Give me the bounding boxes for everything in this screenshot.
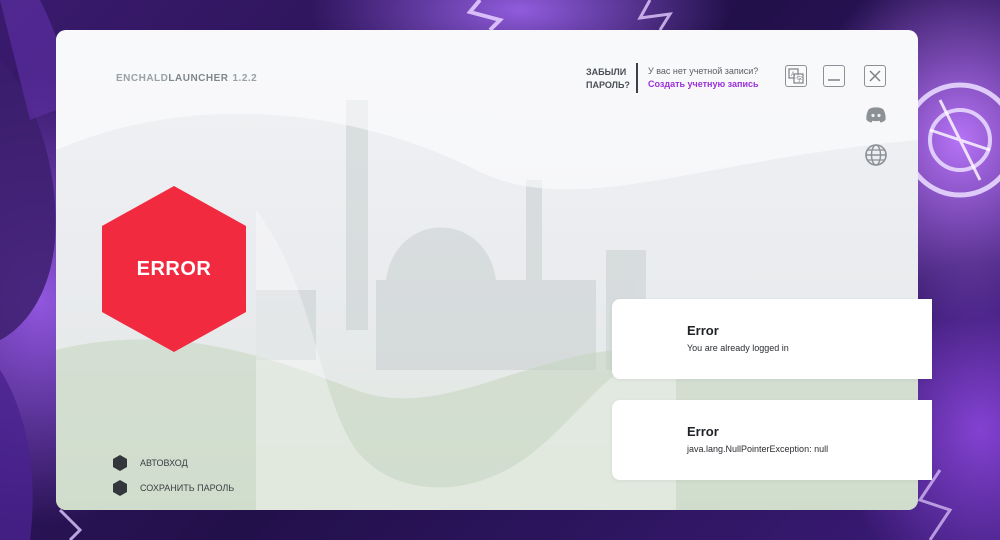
notification-title: Error (687, 424, 719, 439)
app-name-part1: ENCHALD (116, 73, 169, 84)
globe-icon[interactable] (864, 143, 888, 167)
notification-toast[interactable]: Error java.lang.NullPointerException: nu… (612, 400, 932, 480)
close-icon (869, 70, 881, 82)
minimize-button[interactable] (823, 65, 845, 87)
forgot-password-link[interactable]: ЗАБЫЛИ ПАРОЛЬ? (586, 66, 630, 92)
launcher-title: ENCHALDLAUNCHER 1.2.2 (116, 73, 257, 84)
autologin-checkbox[interactable]: АВТОВХОД (112, 454, 188, 472)
save-password-checkbox[interactable]: СОХРАНИТЬ ПАРОЛЬ (112, 479, 234, 497)
discord-icon[interactable] (864, 103, 888, 127)
status-hexagon: ERROR (99, 184, 249, 354)
no-account-text: У вас нет учетной записи? (648, 66, 759, 76)
app-version: 1.2.2 (232, 73, 258, 84)
forgot-line2: ПАРОЛЬ? (586, 80, 630, 90)
save-password-label: СОХРАНИТЬ ПАРОЛЬ (140, 483, 235, 493)
notification-title: Error (687, 323, 719, 338)
hex-checkbox-icon (113, 480, 127, 496)
translate-button[interactable]: A 字 (785, 65, 807, 87)
forgot-line1: ЗАБЫЛИ (586, 67, 627, 77)
notification-toast[interactable]: Error You are already logged in (612, 299, 932, 379)
create-account-link[interactable]: Создать учетную запись (648, 79, 759, 89)
notification-message: java.lang.NullPointerException: null (687, 444, 829, 454)
close-button[interactable] (864, 65, 886, 87)
svg-text:A: A (791, 72, 795, 78)
app-name-part2: LAUNCHER (168, 73, 229, 84)
header-divider (636, 63, 638, 93)
status-label: ERROR (136, 257, 212, 280)
minimize-icon (828, 79, 840, 81)
hex-checkbox-icon (113, 455, 127, 471)
translate-icon: A 字 (788, 68, 804, 84)
autologin-label: АВТОВХОД (140, 458, 188, 468)
svg-text:字: 字 (797, 76, 803, 84)
notification-message: You are already logged in (687, 343, 789, 353)
